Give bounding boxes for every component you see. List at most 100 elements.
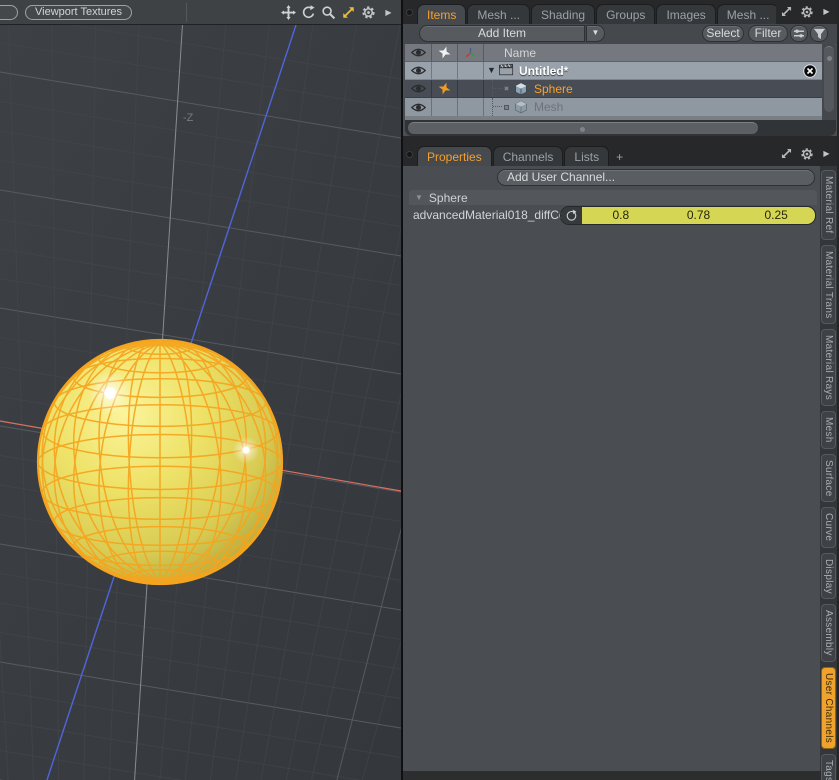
panel-knob[interactable] [406,9,413,16]
render-toggle[interactable] [432,80,458,97]
properties-bar-icons [776,145,837,166]
channel-value-1[interactable]: 0.78 [660,207,738,224]
filter-button[interactable]: Filter [748,25,788,42]
expand-icon[interactable] [380,4,397,21]
item-list: Name Untitled* Sphere Mesh [405,44,822,120]
tab-images[interactable]: Images [656,4,715,24]
side-tab-assembly[interactable]: Assembly [821,604,836,662]
viewport-3d[interactable]: Viewport Textures [0,0,401,780]
viewport-header-bar: Viewport Textures [0,0,401,25]
side-tab-curve[interactable]: Curve [821,507,836,547]
properties-toolbar: Add User Channel... [403,166,820,190]
visibility-toggle[interactable] [405,80,432,97]
channel-name-label: advancedMaterial018_diffCol [413,208,556,222]
visibility-column-header[interactable] [405,44,432,61]
channel-value-0[interactable]: 0.8 [582,207,660,224]
item-list-horizontal-scrollbar[interactable] [405,120,836,136]
axis-label: -Z [183,112,194,124]
name-column-header[interactable]: Name [484,44,822,61]
tab-mesh[interactable]: Mesh ... [467,4,530,24]
visibility-toggle[interactable] [405,98,432,116]
axis-column-header[interactable] [458,44,484,61]
tree-line [492,98,506,116]
close-scene-icon[interactable] [803,64,817,79]
vertical-scroll-thumb[interactable] [824,46,834,112]
side-tab-tags[interactable]: Tags [821,754,836,780]
side-tab-material-rays[interactable]: Material Rays [821,329,836,406]
side-tab-strip: Material Ref Material Trans Material Rays M… [820,166,837,771]
side-tab-user-channels[interactable]: User Channels [821,667,836,749]
tab-shading[interactable]: Shading [531,4,595,24]
channel-value-2[interactable]: 0.25 [737,207,815,224]
expander-icon[interactable] [487,66,498,75]
eye-icon [411,83,426,94]
mesh-icon-wrap [514,100,528,114]
horizontal-scroll-thumb[interactable] [408,122,758,134]
tree-line [492,80,506,97]
side-tab-material-trans[interactable]: Material Trans [821,245,836,325]
viewport-mode-pill[interactable] [0,5,18,20]
tab-mesh[interactable]: Mesh ... [717,4,776,24]
select-button[interactable]: Select [702,25,744,42]
tab-plus[interactable]: + [610,148,629,166]
list-options-icon[interactable] [790,25,808,42]
tab-lists[interactable]: Lists [564,146,609,166]
render-toggle[interactable] [432,62,458,79]
panel-knob[interactable] [406,151,413,158]
item-row-sphere[interactable]: Sphere [405,80,822,98]
render-toggle[interactable] [432,98,458,116]
channel-mode-icon[interactable] [561,207,582,224]
close-icon [803,64,817,78]
channel-value-field[interactable]: 0.80.780.25 [560,206,816,225]
gear-icon[interactable] [798,145,815,162]
visibility-toggle[interactable] [405,62,432,79]
item-name-cell[interactable]: Mesh [484,98,822,116]
item-label: Mesh [534,100,563,114]
item-row-untitled[interactable]: Untitled* [405,62,822,80]
item-label: Untitled* [519,64,568,78]
eye-icon [411,102,426,113]
viewport-textures-pill[interactable]: Viewport Textures [25,5,132,20]
item-row-mesh[interactable]: Mesh [405,98,822,116]
modo-app-window: Viewport Textures [0,0,839,780]
settings-icon[interactable] [360,4,377,21]
maximize-icon[interactable] [340,4,357,21]
sphere-section-header[interactable]: Sphere [409,190,817,205]
side-tab-material-ref[interactable]: Material Ref [821,170,836,240]
gear-icon[interactable] [798,3,815,20]
side-tab-surface[interactable]: Surface [821,454,836,503]
item-name-cell[interactable]: Untitled* [484,62,822,79]
viewport-canvas[interactable]: -Z [0,25,401,780]
tab-groups[interactable]: Groups [596,4,655,24]
tab-channels[interactable]: Channels [493,146,564,166]
properties-tab-bar: PropertiesChannelsLists+ [403,144,837,166]
scene-icon-wrap [498,63,514,79]
overflow-arrow-icon[interactable] [818,145,835,162]
tab-items[interactable]: Items [417,4,466,24]
add-item-button[interactable]: Add Item [419,25,585,42]
pan-icon[interactable] [280,4,297,21]
side-tab-display[interactable]: Display [821,553,836,600]
properties-tabs: PropertiesChannelsLists+ [417,144,776,166]
item-list-vertical-scrollbar[interactable] [822,44,836,120]
channel-values[interactable]: 0.80.780.25 [582,207,815,224]
item-name-cell[interactable]: Sphere [484,80,822,97]
viewport-toolbar [280,4,397,21]
axis-cell[interactable] [458,62,484,79]
filter-funnel-icon[interactable] [810,25,828,42]
section-collapse-icon[interactable] [415,194,423,202]
tab-properties[interactable]: Properties [417,146,492,166]
axis-cell[interactable] [458,80,484,97]
items-toolbar: Add Item Select Filter [403,24,837,44]
axis-cell[interactable] [458,98,484,116]
render-column-header[interactable] [432,44,458,61]
eye-icon [411,47,426,58]
add-user-channel-button[interactable]: Add User Channel... [497,169,815,186]
detach-icon[interactable] [778,3,795,20]
rotate-icon[interactable] [300,4,317,21]
side-tab-mesh[interactable]: Mesh [821,411,836,449]
overflow-arrow-icon[interactable] [818,3,835,20]
detach-icon[interactable] [778,145,795,162]
add-item-dropdown[interactable] [586,25,605,42]
zoom-icon[interactable] [320,4,337,21]
